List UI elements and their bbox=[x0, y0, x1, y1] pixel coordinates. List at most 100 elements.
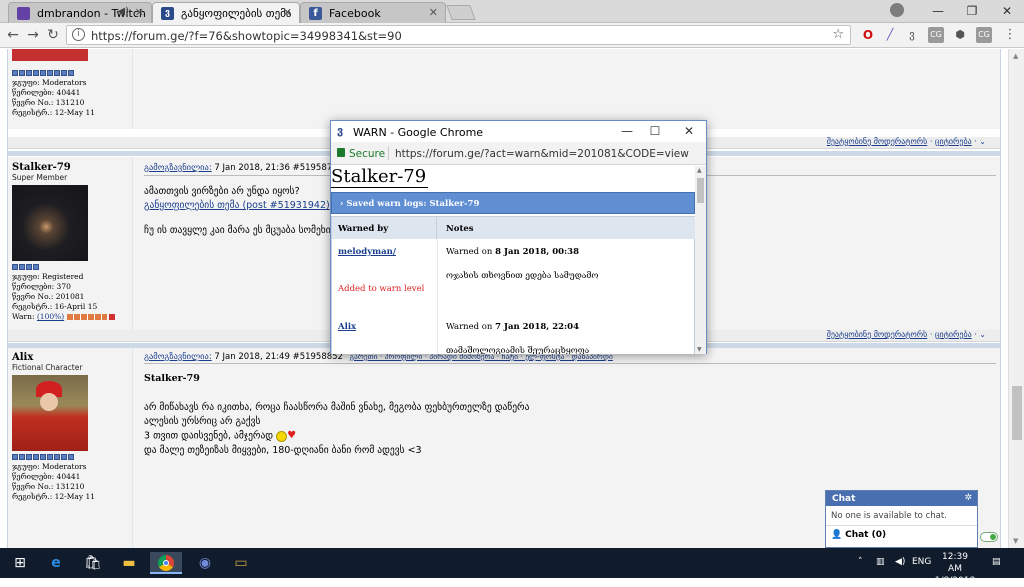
network-icon[interactable]: ▥ bbox=[876, 557, 885, 567]
file-explorer-icon[interactable]: ▬ bbox=[117, 552, 141, 574]
close-tab-icon[interactable]: ✕ bbox=[429, 6, 438, 19]
profile-icon[interactable] bbox=[890, 3, 904, 17]
posted-link[interactable]: გამოგზავნილია: bbox=[144, 163, 212, 173]
warn-plus-icon[interactable] bbox=[108, 314, 115, 320]
forum-extension-icon[interactable]: ვ bbox=[904, 27, 920, 43]
avatar[interactable] bbox=[12, 185, 88, 261]
popup-title: WARN - Google Chrome bbox=[353, 126, 484, 139]
report-link[interactable]: შეატყობინე მოდერატორს bbox=[827, 137, 928, 146]
posted-link[interactable]: გამოგზავნილია: bbox=[144, 352, 212, 362]
tab-facebook[interactable]: f Facebook ✕ bbox=[300, 2, 446, 23]
quoted-username: Stalker-79 bbox=[144, 373, 200, 384]
post-links: შეატყობინე მოდერატორს · ციტირება · ⌄ bbox=[826, 137, 986, 146]
discord-icon[interactable]: ◉ bbox=[193, 552, 217, 574]
popup-content: Stalker-79 › Saved warn logs: Stalker-79… bbox=[331, 166, 695, 354]
warned-by-link[interactable]: Alix bbox=[338, 322, 356, 332]
scroll-up-icon[interactable]: ▲ bbox=[1013, 52, 1018, 60]
new-tab-button[interactable] bbox=[446, 5, 476, 20]
scroll-down-icon[interactable]: ▼ bbox=[697, 346, 702, 353]
post-text-line: არ მიწახავს რა იკითხა, როცა ჩაასწორა მაშ… bbox=[144, 402, 530, 413]
game-icon[interactable]: ▭ bbox=[229, 552, 253, 574]
extension-icon[interactable]: CG bbox=[976, 27, 992, 43]
chrome-icon[interactable] bbox=[150, 552, 182, 574]
chat-footer[interactable]: 👤 Chat (0) bbox=[826, 526, 977, 540]
warn-logs-section-title: › Saved warn logs: Stalker-79 bbox=[331, 192, 695, 214]
avatar[interactable] bbox=[12, 375, 88, 451]
quoted-post-link[interactable]: განყოფილების თემა (post #51931942) bbox=[144, 200, 330, 211]
shield-extension-icon[interactable]: ⬢ bbox=[952, 27, 968, 43]
address-bar[interactable]: i https://forum.ge/?f=76&showtopic=34998… bbox=[66, 25, 851, 45]
tab-twitch[interactable]: dmbrandon - Twitch ◀) ✕ bbox=[8, 2, 152, 23]
warn-date: Warned on 7 Jan 2018, 22:04 bbox=[446, 322, 579, 332]
post-text-line: და მალე თეზეიზას მიყვები, 180-დღიანი ბან… bbox=[144, 444, 422, 456]
popup-scrollbar[interactable]: ▲ ▼ bbox=[695, 166, 706, 354]
speaker-icon[interactable]: ◀) bbox=[117, 6, 129, 17]
forum-icon: ვ bbox=[337, 124, 344, 137]
close-tab-icon[interactable]: ✕ bbox=[283, 6, 292, 19]
warn-label: Warn: bbox=[12, 312, 35, 321]
report-link[interactable]: შეატყობინე მოდერატორს bbox=[827, 330, 928, 339]
back-button[interactable]: ← bbox=[4, 26, 22, 44]
pen-extension-icon[interactable]: ╱ bbox=[882, 27, 898, 43]
scroll-down-icon[interactable]: ▼ bbox=[1013, 537, 1018, 545]
chat-toggle[interactable] bbox=[980, 532, 998, 542]
person-icon: 👤 bbox=[831, 530, 843, 540]
quote-link[interactable]: ციტირება bbox=[935, 137, 972, 146]
close-window-button[interactable]: ✕ bbox=[990, 0, 1024, 22]
username[interactable]: Stalker-79 bbox=[12, 162, 132, 173]
user-title: Fictional Character bbox=[12, 363, 83, 372]
column-divider bbox=[437, 239, 438, 354]
chat-header[interactable]: Chat ✲ bbox=[826, 491, 977, 506]
maximize-button[interactable]: ❐ bbox=[955, 0, 989, 22]
popup-address-bar[interactable]: Secure https://forum.ge/?act=warn&mid=20… bbox=[331, 142, 706, 165]
notifications-icon[interactable]: ▤ bbox=[992, 557, 1001, 567]
post-body: არ მიწახავს რა იკითხა, როცა ჩაასწორა მაშ… bbox=[144, 401, 529, 458]
scroll-up-icon[interactable]: ▲ bbox=[697, 167, 702, 174]
post-author-panel: Stalker-79 Super Member ჯგუფი: Registere… bbox=[8, 157, 133, 332]
post-count: წერილები: 40441 bbox=[12, 472, 81, 481]
chat-widget: Chat ✲ No one is available to chat. 👤 Cha… bbox=[825, 490, 978, 548]
forward-button[interactable]: → bbox=[24, 26, 42, 44]
tab-forum[interactable]: ვ განყოფილების თემა ✕ bbox=[152, 2, 300, 23]
post-meta: 7 Jan 2018, 21:49 #51958852 bbox=[214, 352, 343, 362]
store-icon[interactable]: 🛍 bbox=[81, 552, 105, 574]
popup-close-button[interactable]: ✕ bbox=[679, 124, 699, 138]
tab-strip: dmbrandon - Twitch ◀) ✕ ვ განყოფილების თ… bbox=[0, 0, 1024, 23]
scrollbar-thumb[interactable] bbox=[1012, 386, 1022, 440]
warn-note: თამაშოლოგიამის შეურაცხყოფა bbox=[446, 346, 590, 354]
post-moderator-top: ჯგუფი: Moderators წერილები: 40441 წევრი … bbox=[8, 49, 1000, 129]
page-scrollbar[interactable]: ▲ ▼ bbox=[1008, 49, 1024, 548]
reload-button[interactable]: ↻ bbox=[44, 26, 62, 44]
warn-percent-link[interactable]: (100%) bbox=[37, 312, 64, 321]
clock[interactable]: 12:39 AM 1/8/2018 bbox=[934, 551, 976, 587]
tray-chevron-icon[interactable]: ˄ bbox=[858, 557, 863, 567]
post-links: შეატყობინე მოდერატორს · ციტირება · ⌄ bbox=[826, 330, 986, 339]
user-group: ჯგუფი: Registered bbox=[12, 272, 84, 281]
registered-date: რეგისტრ.: 12-May 11 bbox=[12, 108, 96, 117]
popup-minimize-button[interactable]: — bbox=[617, 124, 637, 138]
lock-icon bbox=[337, 148, 345, 157]
toolbar: ← → ↻ i https://forum.ge/?f=76&showtopic… bbox=[0, 23, 1024, 48]
opera-extension-icon[interactable]: O bbox=[860, 27, 876, 43]
close-tab-icon[interactable]: ✕ bbox=[135, 6, 144, 19]
warned-by-link[interactable]: melodyman/ bbox=[338, 247, 396, 257]
popup-maximize-button[interactable]: ☐ bbox=[645, 124, 665, 138]
post-text-line: ჩუ ის თავყლე კაი მარა ეს მცუაბა სომეხი bbox=[144, 225, 331, 236]
menu-icon[interactable]: ⋮ bbox=[1002, 27, 1018, 43]
username[interactable]: Alix bbox=[12, 352, 132, 363]
windows-start-icon[interactable]: ⊞ bbox=[8, 552, 32, 574]
popup-url: https://forum.ge/?act=warn&mid=201081&CO… bbox=[395, 148, 689, 160]
avatar bbox=[12, 49, 88, 61]
popup-scrollbar-thumb[interactable] bbox=[697, 178, 704, 203]
info-icon[interactable]: i bbox=[72, 28, 85, 41]
language-indicator[interactable]: ENG bbox=[912, 557, 931, 567]
minimize-button[interactable]: — bbox=[921, 0, 955, 22]
post-text-line: ამათთვის ვირზები არ უნდა იყოს? bbox=[144, 186, 300, 197]
edge-icon[interactable]: e bbox=[44, 552, 68, 574]
gear-icon[interactable]: ✲ bbox=[964, 493, 972, 503]
separator bbox=[388, 146, 389, 160]
quote-link[interactable]: ციტირება bbox=[935, 330, 972, 339]
extension-icon[interactable]: CG bbox=[928, 27, 944, 43]
volume-icon[interactable]: ◀) bbox=[895, 557, 905, 567]
bookmark-star-icon[interactable]: ☆ bbox=[832, 27, 844, 42]
